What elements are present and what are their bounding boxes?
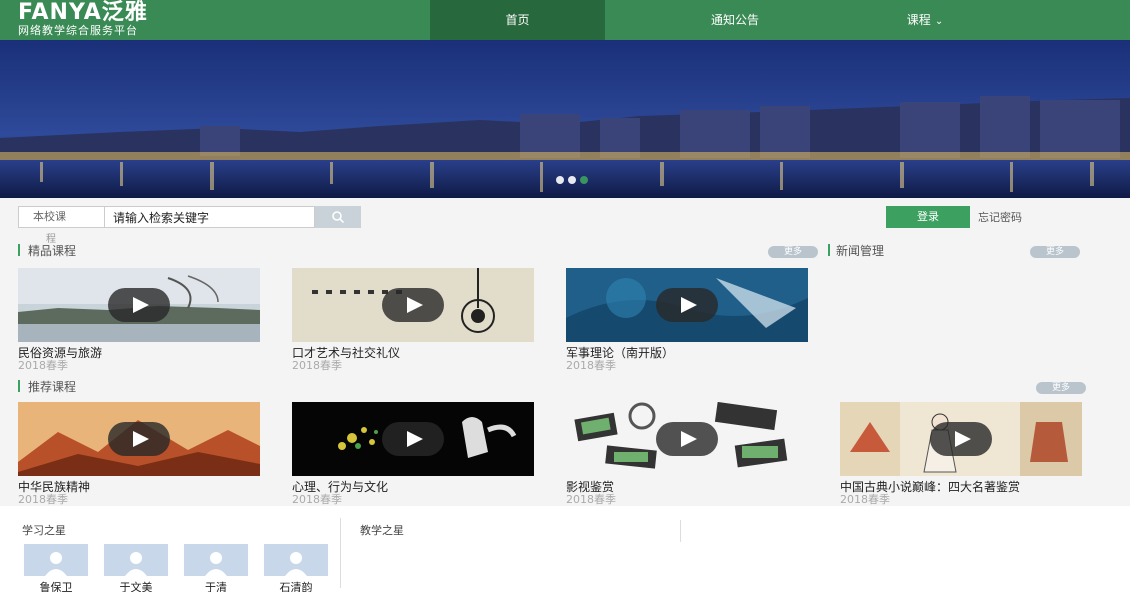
star-name[interactable]: 于文美 — [104, 579, 168, 592]
course-thumbnail[interactable] — [18, 402, 260, 476]
search-input[interactable] — [105, 206, 315, 228]
course-name[interactable]: 口才艺术与社交礼仪 — [292, 346, 534, 360]
search-icon — [332, 211, 345, 224]
course-term: 2018春季 — [292, 359, 342, 372]
nav-notices-label: 通知公告 — [710, 13, 759, 27]
course-card[interactable]: 中国古典小说巅峰：四大名著鉴赏 2018春季 — [840, 402, 1082, 506]
user-icon — [285, 552, 307, 576]
star-name[interactable]: 石清韵 — [264, 579, 328, 592]
news-more-button[interactable]: 更多 — [1030, 246, 1080, 258]
teach-stars-title: 教学之星 — [360, 524, 404, 537]
course-thumbnail[interactable] — [18, 268, 260, 342]
search-bar: 本校课 — [18, 206, 361, 228]
course-thumbnail[interactable] — [292, 402, 534, 476]
play-icon — [108, 422, 170, 456]
course-thumbnail[interactable] — [292, 268, 534, 342]
course-card[interactable]: 民俗资源与旅游 2018春季 — [18, 268, 260, 372]
fanya-logo[interactable]: FANYA泛雅 网络教学综合服务平台 — [18, 2, 278, 38]
course-name[interactable]: 心理、行为与文化 — [292, 480, 534, 494]
hero-banner — [0, 40, 1130, 198]
nav-home-label: 首页 — [505, 13, 530, 27]
logo-sub-text: 网络教学综合服务平台 — [18, 24, 138, 37]
study-stars-title: 学习之星 — [22, 524, 66, 537]
avatar[interactable] — [24, 544, 88, 576]
star-name[interactable]: 鲁保卫 — [24, 579, 88, 592]
divider — [680, 520, 681, 542]
play-icon — [930, 422, 992, 456]
course-term: 2018春季 — [18, 493, 68, 506]
course-term: 2018春季 — [292, 493, 342, 506]
avatar[interactable] — [104, 544, 168, 576]
recommended-more-button[interactable]: 更多 — [1036, 382, 1086, 394]
featured-more-button[interactable]: 更多 — [768, 246, 818, 258]
course-term: 2018春季 — [566, 359, 616, 372]
star-card[interactable]: 鲁保卫 — [24, 544, 88, 592]
course-name[interactable]: 影视鉴赏 — [566, 480, 808, 494]
course-thumbnail[interactable] — [840, 402, 1082, 476]
course-name[interactable]: 军事理论（南开版） — [566, 346, 808, 360]
search-scope-select[interactable]: 本校课 — [18, 206, 105, 228]
divider — [340, 518, 341, 588]
avatar[interactable] — [184, 544, 248, 576]
recommended-section-title: 推荐课程 — [18, 378, 76, 395]
star-card[interactable]: 石清韵 — [264, 544, 328, 592]
search-button[interactable] — [315, 206, 361, 228]
course-name[interactable]: 民俗资源与旅游 — [18, 346, 260, 360]
user-icon — [45, 552, 67, 576]
stars-panel: 学习之星 教学之星 鲁保卫 于文美 于清 石清韵 — [0, 506, 1130, 592]
course-name[interactable]: 中国古典小说巅峰：四大名著鉴赏 — [840, 480, 1082, 494]
logo-main-text: FANYA泛雅 — [18, 0, 148, 25]
course-name[interactable]: 中华民族精神 — [18, 480, 260, 494]
user-icon — [205, 552, 227, 576]
nav-courses-label: 课程 — [906, 13, 931, 27]
main-nav: 首页 通知公告 课程 ⌄ — [430, 0, 985, 40]
city-night-image — [0, 40, 1130, 198]
course-card[interactable]: 口才艺术与社交礼仪 2018春季 — [292, 268, 534, 372]
course-term: 2018春季 — [18, 359, 68, 372]
carousel-dot[interactable] — [556, 176, 564, 184]
news-section-title: 新闻管理 — [828, 242, 884, 259]
course-thumbnail[interactable] — [566, 402, 808, 476]
main-content: 本校课 程 登录 忘记密码 精品课程 更多 新闻管理 更多 民俗资源与旅游 — [0, 198, 1130, 592]
nav-notices[interactable]: 通知公告 — [605, 0, 865, 40]
carousel-dot-active[interactable] — [580, 176, 588, 184]
carousel-dot[interactable] — [568, 176, 576, 184]
play-icon — [382, 422, 444, 456]
nav-home[interactable]: 首页 — [430, 0, 605, 40]
star-name[interactable]: 于清 — [184, 579, 248, 592]
nav-courses[interactable]: 课程 ⌄ — [865, 0, 985, 40]
featured-section-title: 精品课程 — [18, 242, 76, 259]
course-term: 2018春季 — [566, 493, 616, 506]
course-card[interactable]: 心理、行为与文化 2018春季 — [292, 402, 534, 506]
course-card[interactable]: 军事理论（南开版） 2018春季 — [566, 268, 808, 372]
course-thumbnail[interactable] — [566, 268, 808, 342]
play-icon — [382, 288, 444, 322]
play-icon — [108, 288, 170, 322]
carousel-dots — [556, 176, 588, 184]
login-button[interactable]: 登录 — [886, 206, 970, 228]
top-header: FANYA泛雅 网络教学综合服务平台 首页 通知公告 课程 ⌄ — [0, 0, 1130, 40]
forgot-password-link[interactable]: 忘记密码 — [978, 209, 1022, 225]
course-term: 2018春季 — [840, 493, 890, 506]
play-icon — [656, 288, 718, 322]
star-card[interactable]: 于文美 — [104, 544, 168, 592]
course-card[interactable]: 影视鉴赏 2018春季 — [566, 402, 808, 506]
course-card[interactable]: 中华民族精神 2018春季 — [18, 402, 260, 506]
star-card[interactable]: 于清 — [184, 544, 248, 592]
user-icon — [125, 552, 147, 576]
play-icon — [656, 422, 718, 456]
chevron-down-icon: ⌄ — [934, 16, 944, 27]
avatar[interactable] — [264, 544, 328, 576]
